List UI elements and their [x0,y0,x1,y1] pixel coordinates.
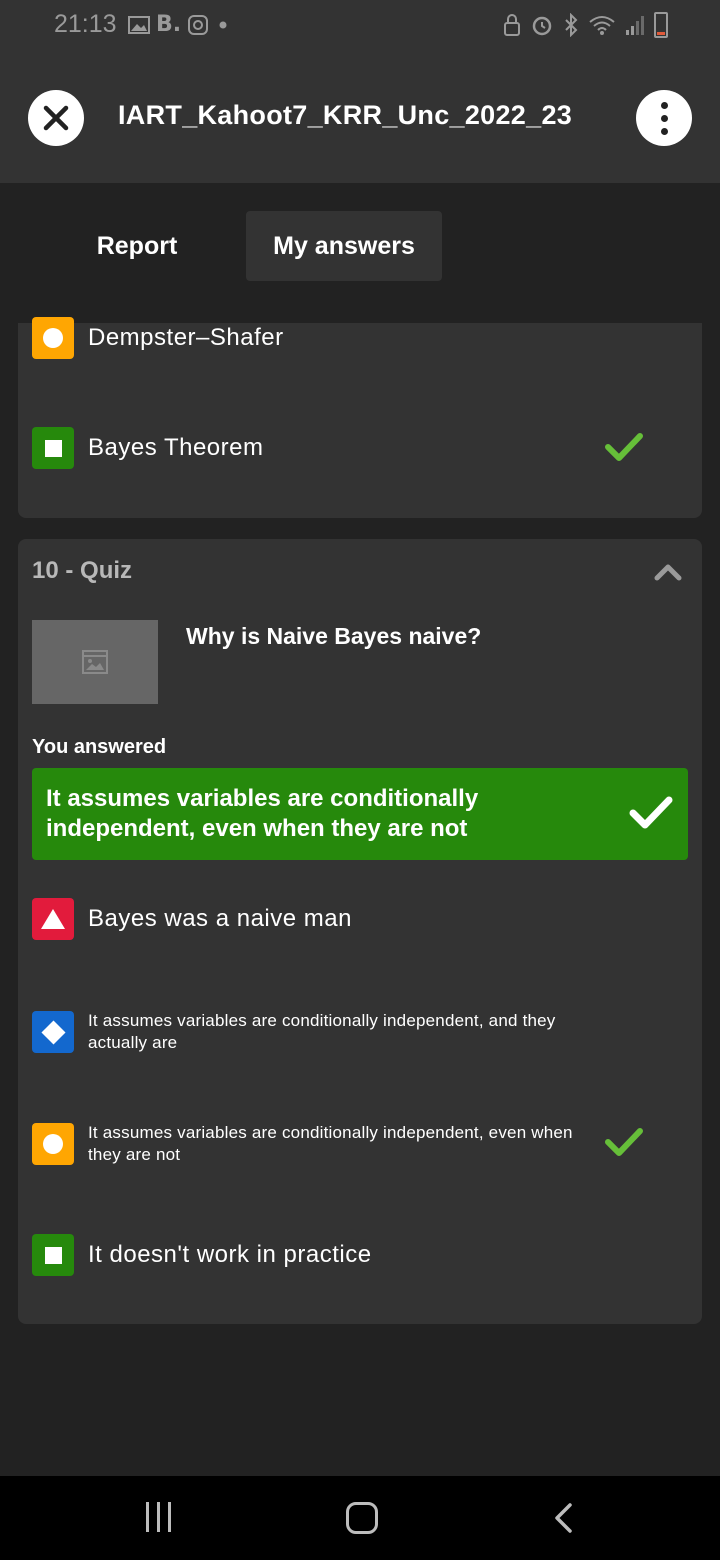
answer-option: Bayes was a naive man [32,898,688,940]
more-vertical-icon [660,101,668,109]
lock-icon [504,14,520,36]
you-answered-label: You answered [32,736,167,758]
recent-apps-icon-bar [168,1502,171,1532]
signal-icon [626,16,644,35]
close-icon [43,105,69,131]
option-label: It doesn't work in practice [88,1241,372,1268]
status-bar: 21:13 B. [0,0,720,56]
correct-check-icon [605,433,643,461]
chevron-up-icon[interactable] [654,563,682,581]
tab-my-answers[interactable]: My answers [246,211,442,281]
battery-icon [654,12,668,38]
square-shape-icon [32,1234,74,1276]
option-label: Bayes Theorem [88,434,264,461]
option-label: It assumes variables are conditionally i… [88,1011,556,1052]
home-button[interactable] [346,1502,378,1534]
diamond-shape-icon [32,1011,74,1053]
answer-option: Dempster–Shafer [32,317,688,359]
status-system-icons [503,12,668,38]
question-number-label: 10 - Quiz [32,557,133,584]
status-time: 21:13 [54,10,117,38]
more-options-button[interactable] [636,90,692,146]
status-notification-icons: B. [128,12,231,37]
question-image-placeholder [32,620,158,704]
bluetooth-icon [565,13,578,37]
circle-shape-icon [32,1123,74,1165]
option-label: It assumes variables are conditionally i… [88,1123,573,1164]
answer-option: Bayes Theorem [32,427,688,469]
circle-shape-icon [32,317,74,359]
option-label: Dempster–Shafer [88,324,284,351]
recent-apps-icon-bar [157,1502,160,1532]
question-card: 10 - Quiz Why is Naive Bayes naive? You … [18,539,702,1324]
option-label: Bayes was a naive man [88,905,352,932]
back-button[interactable] [552,1502,576,1534]
b-icon: B. [156,12,182,37]
your-answer-text: It assumes variables are conditionally i… [46,785,479,842]
more-vertical-icon-dot [660,127,668,135]
dot-icon [219,21,227,28]
check-icon [629,796,673,829]
your-answer-box: It assumes variables are conditionally i… [32,768,688,860]
question-text: Why is Naive Bayes naive? [186,623,482,649]
triangle-shape-icon [32,898,74,940]
square-shape-icon [32,427,74,469]
more-vertical-icon-dot [660,114,668,122]
page-title: IART_Kahoot7_KRR_Unc_2022_23 [118,100,573,130]
image-icon [128,15,150,34]
alarm-icon [532,16,552,36]
recent-apps-icon [146,1502,149,1532]
tab-bar: Report My answers [0,183,720,323]
answer-option: It assumes variables are conditionally i… [32,1010,688,1054]
previous-question-card: Dempster–Shafer Bayes Theorem [18,317,702,518]
image-placeholder-icon [82,650,108,674]
tab-report[interactable]: Report [72,211,202,281]
answer-option: It assumes variables are conditionally i… [32,1122,688,1166]
wifi-icon [589,16,615,35]
correct-check-icon [605,1128,643,1156]
instagram-icon [188,14,209,35]
close-button[interactable] [28,90,84,146]
system-nav-bar [0,1476,720,1560]
recent-apps-button[interactable] [146,1502,171,1532]
app-header: IART_Kahoot7_KRR_Unc_2022_23 [0,56,720,183]
answer-option: It doesn't work in practice [32,1234,688,1276]
